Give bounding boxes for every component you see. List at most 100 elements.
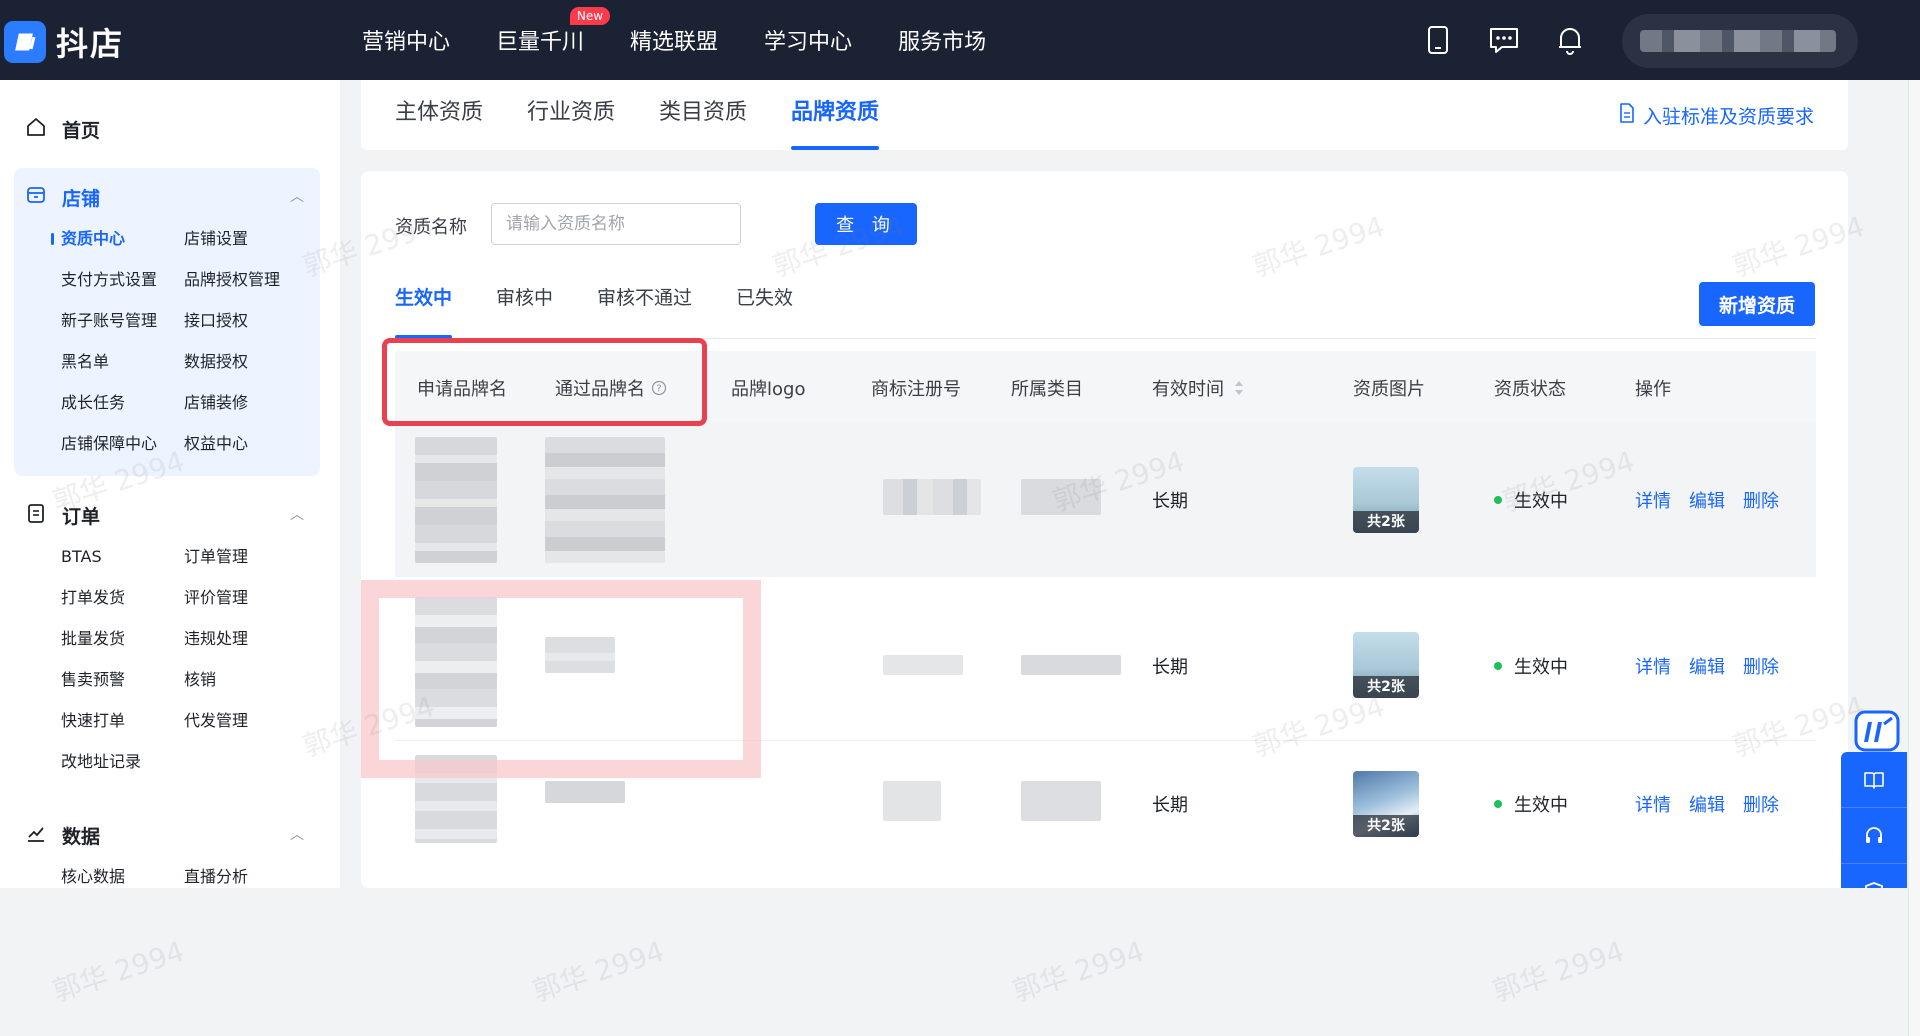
floating-toolbar	[1841, 752, 1907, 888]
headset-icon[interactable]	[1841, 808, 1907, 864]
search-button[interactable]: 查 询	[815, 203, 917, 245]
logo-icon	[4, 21, 46, 63]
nav-learning[interactable]: 学习中心	[764, 24, 852, 56]
sidebar-item-growth-tasks[interactable]: 成长任务	[61, 392, 184, 414]
th-actions: 操作	[1635, 379, 1671, 400]
valid-time-value: 长期	[1152, 491, 1188, 512]
image-count-label: 共2张	[1353, 511, 1419, 533]
message-icon[interactable]	[1486, 22, 1522, 58]
edit-link[interactable]: 编辑	[1689, 653, 1725, 679]
sidebar-item-quick-print[interactable]: 快速打单	[61, 710, 184, 732]
sidebar-item-brand-auth[interactable]: 品牌授权管理	[184, 269, 307, 291]
sidebar-item-address-change[interactable]: 改地址记录	[61, 751, 184, 773]
sidebar-group-shop-header[interactable]: 店铺	[26, 184, 100, 211]
top-nav: 营销中心 巨量千川 New 精选联盟 学习中心 服务市场	[362, 0, 1032, 80]
sidebar-item-shop-decoration[interactable]: 店铺装修	[184, 392, 307, 414]
qualification-image-thumbnail[interactable]: 共2张	[1353, 771, 1419, 837]
edit-link[interactable]: 编辑	[1689, 791, 1725, 817]
th-valid-time[interactable]: 有效时间	[1152, 375, 1244, 401]
tab-brand-qualification[interactable]: 品牌资质	[791, 80, 880, 150]
sidebar-item-review-management[interactable]: 评价管理	[184, 587, 307, 609]
th-valid-time-label: 有效时间	[1152, 379, 1224, 400]
sidebar-item-shop-guarantee[interactable]: 店铺保障中心	[61, 433, 184, 455]
sidebar-item-api-auth[interactable]: 接口授权	[184, 310, 307, 332]
shield-icon[interactable]	[1841, 864, 1907, 888]
book-icon[interactable]	[1841, 752, 1907, 808]
status-tabs: 生效中 审核中 审核不通过 已失效	[395, 281, 837, 339]
sidebar-item-home[interactable]: 首页	[26, 116, 100, 143]
page-scrollbar[interactable]	[1908, 80, 1920, 1036]
tab-rejected[interactable]: 审核不通过	[597, 281, 692, 339]
app-logo[interactable]: 抖店	[4, 19, 124, 65]
sidebar-group-order-header[interactable]: 订单	[26, 502, 100, 529]
edit-link[interactable]: 编辑	[1689, 487, 1725, 513]
home-icon	[26, 117, 46, 142]
sidebar-item-order-management[interactable]: 订单管理	[184, 546, 307, 568]
sidebar-item-sub-accounts[interactable]: 新子账号管理	[61, 310, 184, 332]
nav-qianchuan[interactable]: 巨量千川 New	[496, 7, 611, 56]
detail-link[interactable]: 详情	[1635, 487, 1671, 513]
chevron-up-icon[interactable]: ︿	[290, 186, 304, 206]
status-dot-icon	[1494, 800, 1502, 808]
tab-industry-qualification[interactable]: 行业资质	[527, 80, 615, 150]
sort-icon[interactable]	[1234, 379, 1244, 397]
requirements-link[interactable]: 入驻标准及资质要求	[1619, 102, 1814, 129]
sidebar-group-shop-label: 店铺	[62, 188, 101, 210]
tab-active[interactable]: 生效中	[395, 281, 453, 339]
sidebar-item-btas[interactable]: BTAS	[61, 546, 184, 568]
search-label: 资质名称	[395, 217, 467, 238]
sidebar-group-data-label: 数据	[62, 826, 101, 848]
nav-alliance[interactable]: 精选联盟	[630, 24, 718, 56]
sidebar-home-label: 首页	[62, 120, 101, 142]
applied-brand-blurred	[415, 437, 497, 563]
sidebar-item-batch-ship[interactable]: 批量发货	[61, 628, 184, 650]
qualification-image-thumbnail[interactable]: 共2张	[1353, 632, 1419, 698]
detail-link[interactable]: 详情	[1635, 653, 1671, 679]
sidebar-item-payment-settings[interactable]: 支付方式设置	[61, 269, 184, 291]
sidebar-item-sale-warning[interactable]: 售卖预警	[61, 669, 184, 691]
sidebar-item-writeoff[interactable]: 核销	[184, 669, 307, 691]
sidebar-item-print-ship[interactable]: 打单发货	[61, 587, 184, 609]
sidebar-item-live-analysis[interactable]: 直播分析	[184, 866, 307, 888]
detail-link[interactable]: 详情	[1635, 791, 1671, 817]
delete-link[interactable]: 删除	[1743, 791, 1779, 817]
qualification-image-thumbnail[interactable]: 共2张	[1353, 467, 1419, 533]
sidebar-item-qualification-center[interactable]: 资质中心	[51, 228, 184, 250]
row-actions: 详情 编辑 删除	[1635, 487, 1797, 513]
sidebar-item-violation-handling[interactable]: 违规处理	[184, 628, 307, 650]
mobile-icon[interactable]	[1420, 22, 1456, 58]
category-blurred	[1021, 655, 1121, 675]
tab-category-qualification[interactable]: 类目资质	[659, 80, 747, 150]
delete-link[interactable]: 删除	[1743, 653, 1779, 679]
sidebar-item-core-data[interactable]: 核心数据	[61, 866, 184, 888]
row-actions: 详情 编辑 删除	[1635, 653, 1797, 679]
chevron-up-icon[interactable]: ︿	[290, 504, 304, 524]
image-count-label: 共2张	[1353, 676, 1419, 698]
user-profile[interactable]	[1622, 14, 1858, 68]
tab-reviewing[interactable]: 审核中	[496, 281, 553, 339]
watermark: 郭华 2994	[1488, 934, 1629, 1009]
tab-expired[interactable]: 已失效	[736, 281, 793, 339]
sidebar-group-data-header[interactable]: 数据	[26, 822, 100, 849]
sidebar-item-benefits[interactable]: 权益中心	[184, 433, 307, 455]
add-qualification-button[interactable]: 新增资质	[1699, 282, 1815, 326]
sidebar-item-data-auth[interactable]: 数据授权	[184, 351, 307, 373]
nav-service-market[interactable]: 服务市场	[898, 24, 986, 56]
sidebar-item-dropship[interactable]: 代发管理	[184, 710, 307, 732]
delete-link[interactable]: 删除	[1743, 487, 1779, 513]
nav-qianchuan-label: 巨量千川	[496, 30, 585, 55]
image-count-label: 共2张	[1353, 815, 1419, 837]
chart-icon	[26, 823, 46, 848]
floating-logo-icon[interactable]	[1850, 710, 1902, 752]
tab-entity-qualification[interactable]: 主体资质	[395, 80, 483, 150]
sidebar-item-blacklist[interactable]: 黑名单	[61, 351, 184, 373]
bell-icon[interactable]	[1552, 22, 1588, 58]
nav-marketing[interactable]: 营销中心	[362, 24, 450, 56]
approved-brand-blurred	[545, 437, 665, 563]
sidebar-item-shop-settings[interactable]: 店铺设置	[184, 228, 307, 250]
status-text: 生效中	[1514, 491, 1568, 512]
status-badge: 生效中	[1494, 487, 1568, 513]
chevron-up-icon[interactable]: ︿	[290, 824, 304, 844]
search-input[interactable]	[491, 203, 741, 245]
watermark: 郭华 2994	[48, 934, 189, 1009]
